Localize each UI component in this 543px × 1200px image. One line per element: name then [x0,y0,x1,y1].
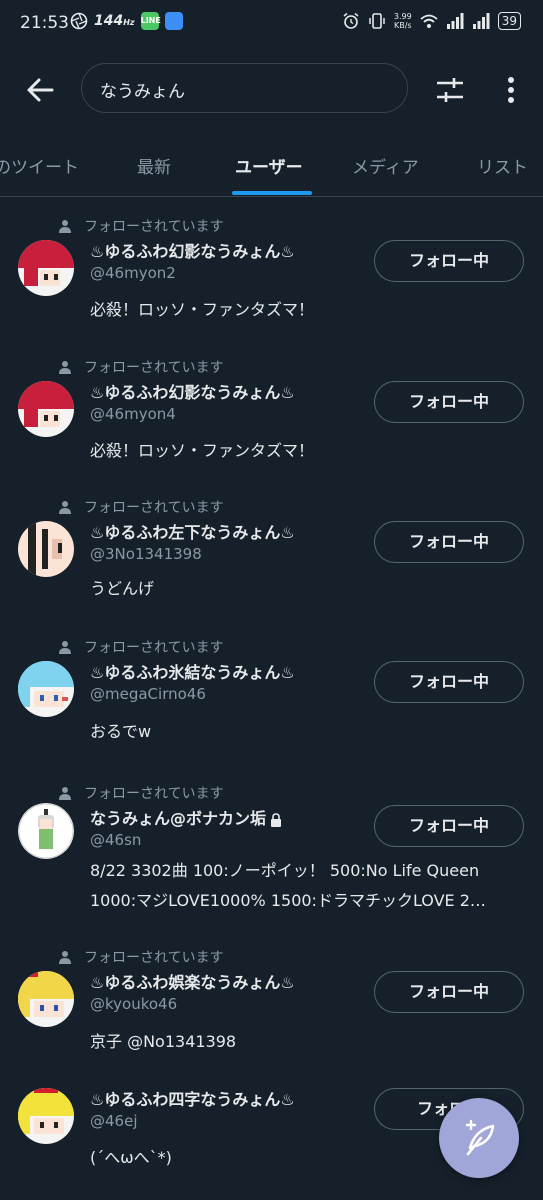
refresh-rate: 144 [94,13,124,29]
back-arrow-icon[interactable] [22,72,58,108]
user-handle: @3No1341398 [90,545,202,563]
following-button[interactable]: フォロー中 [374,661,524,703]
user-bio: 京子 @No1341398 [90,1032,237,1051]
search-input[interactable]: なうみょん [81,63,408,113]
status-time: 21:53 [20,13,69,33]
refresh-unit: Hz [123,18,135,27]
battery-indicator: 39 [497,12,521,30]
user-display-name: なうみょん@ボナカン垢 [90,805,282,829]
follows-you-label: フォローされています [84,500,224,516]
wifi-icon [420,14,438,28]
user-bio: おるでw [90,722,152,741]
avatar[interactable] [18,240,74,296]
tab-latest[interactable]: 最新 [137,153,171,178]
search-query: なうみょん [100,82,185,102]
filter-sliders-icon[interactable] [432,72,468,108]
active-tab-indicator [232,191,312,195]
follows-you-label: フォローされています [84,786,224,802]
user-bio: 必殺！ロッソ・ファンタズマ！ [90,300,315,319]
avatar[interactable] [18,1088,74,1144]
following-button[interactable]: フォロー中 [374,240,524,282]
avatar[interactable] [18,521,74,577]
vibrate-icon [369,13,385,29]
user-handle: @46myon4 [90,405,176,423]
following-button[interactable]: フォロー中 [374,805,524,847]
search-header: なうみょん [0,62,543,116]
user-handle: @46sn [90,831,142,849]
person-icon [59,787,71,800]
user-handle: @kyouko46 [90,995,178,1013]
avatar[interactable] [18,803,74,859]
person-icon [59,220,71,233]
follows-you-label: フォローされています [84,219,224,235]
user-bio: うどんげ [90,579,155,598]
status-bar: 21:53 144Hz LINE 3.99 KB/s 39 [0,0,543,46]
user-display-name: ♨ゆるふわ左下なうみょん♨ [90,523,295,542]
following-button[interactable]: フォロー中 [374,971,524,1013]
person-icon [59,951,71,964]
user-bio-line-1: 8/22 3302曲 100:ノーポイッ！ 500:No Life Queen [90,861,480,880]
more-options-icon[interactable] [496,72,526,108]
avatar[interactable] [18,971,74,1027]
user-bio: 必殺！ロッソ・ファンタズマ！ [90,441,315,460]
tab-lists[interactable]: リスト [477,153,528,178]
tab-media[interactable]: メディア [352,153,419,178]
compose-feather-icon [465,1119,495,1156]
user-display-name: ♨ゆるふわ氷結なうみょん♨ [90,663,295,682]
signal-icon-2 [472,13,490,29]
following-button[interactable]: フォロー中 [374,521,524,563]
user-handle: @megaCirno46 [90,685,206,703]
follows-you-label: フォローされています [84,640,224,656]
user-handle: @46myon2 [90,264,176,282]
alarm-icon [343,12,359,29]
person-icon [59,641,71,654]
aperture-icon [70,12,88,30]
signal-icon [446,13,464,29]
follows-you-label: フォローされています [84,360,224,376]
lock-icon [271,812,282,827]
user-handle: @46ej [90,1112,138,1130]
net-speed-value: 3.99 [393,12,412,21]
follows-you-label: フォローされています [84,950,224,966]
line-app-icon: LINE [140,12,161,30]
avatar[interactable] [18,381,74,437]
net-speed-unit: KB/s [394,21,412,30]
following-button[interactable]: フォロー中 [374,381,524,423]
person-icon [59,361,71,374]
user-display-name: ♨ゆるふわ幻影なうみょん♨ [90,383,295,402]
avatar[interactable] [18,661,74,717]
tab-top-tweets[interactable]: のツイート [0,153,79,178]
user-display-name: ♨ゆるふわ幻影なうみょん♨ [90,242,295,261]
search-tabs: のツイート 最新 ユーザー メディア リスト [0,138,543,197]
person-icon [59,501,71,514]
user-display-name: ♨ゆるふわ四字なうみょん♨ [90,1090,295,1109]
cloud-app-icon [164,12,183,30]
tab-users[interactable]: ユーザー [235,153,303,178]
user-bio-line-2: 1000:マジLOVE1000% 1500:ドラマチックLOVE 2… [90,891,486,910]
compose-tweet-button[interactable] [439,1098,519,1178]
user-display-name: ♨ゆるふわ娯楽なうみょん♨ [90,973,295,992]
